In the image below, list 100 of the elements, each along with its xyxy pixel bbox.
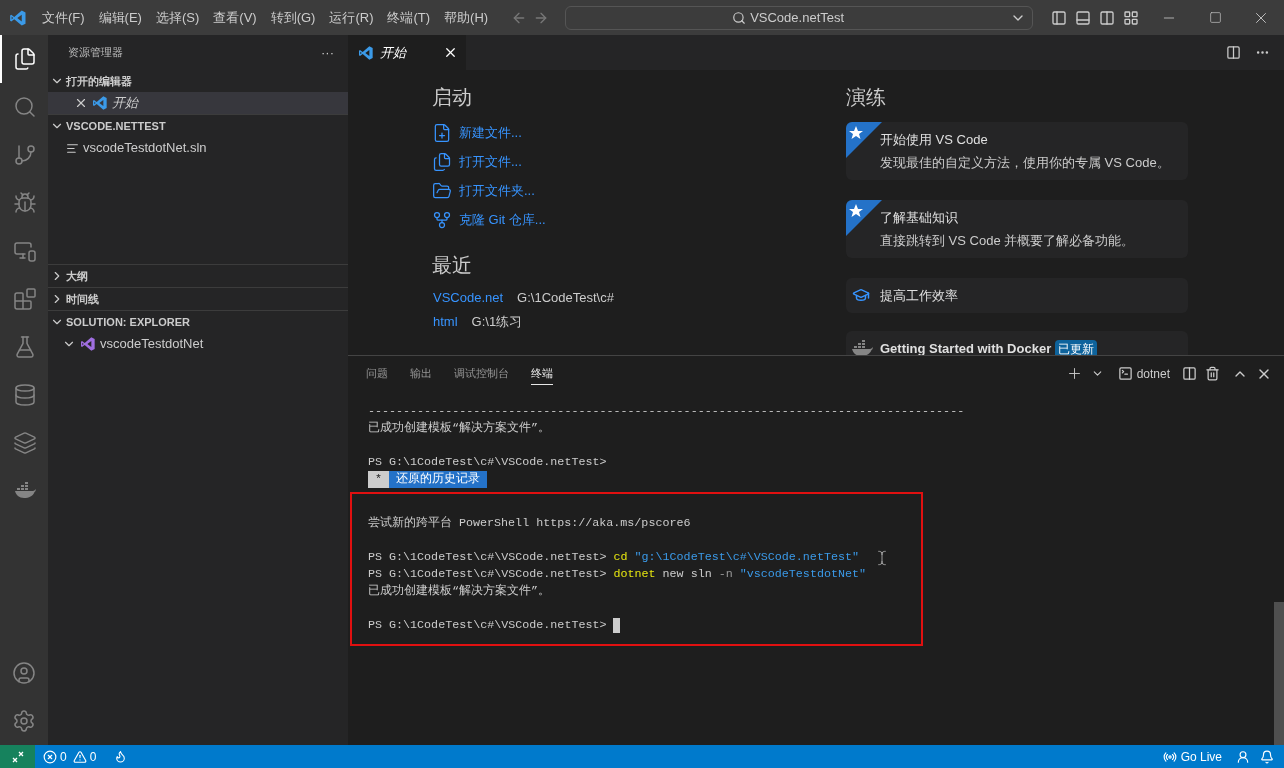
vscode-logo-icon bbox=[358, 44, 374, 61]
terminal-line: PS G:\1CodeTest\c#\VSCode.netTest> cd "g:\1CodeTest\c#\VSCode.netTest" bbox=[368, 549, 859, 566]
walkthrough-card[interactable]: 了解基础知识 直接跳转到 VS Code 并概要了解必备功能。 bbox=[846, 200, 1188, 258]
whale-icon[interactable] bbox=[850, 337, 874, 355]
terminal-line: 已成功创建模板“解决方案文件”。 bbox=[368, 420, 551, 437]
maximize-icon[interactable] bbox=[1208, 11, 1222, 24]
command-center[interactable]: VSCode.netTest bbox=[565, 5, 1034, 30]
walkthrough-card[interactable]: Getting Started with Docker 已更新 bbox=[846, 331, 1188, 355]
search-icon bbox=[732, 10, 747, 25]
warning-icon bbox=[72, 749, 87, 764]
updated-badge: 已更新 bbox=[1055, 339, 1098, 355]
toggle-panel-icon[interactable] bbox=[1075, 9, 1092, 26]
folder-icon bbox=[432, 180, 452, 201]
feedback-icon[interactable] bbox=[1236, 749, 1250, 764]
explorer-icon[interactable] bbox=[13, 47, 37, 71]
branch-icon bbox=[432, 209, 452, 230]
text-file-icon bbox=[66, 141, 79, 155]
vscode-logo-icon bbox=[92, 95, 108, 111]
panel-tab[interactable]: 问题 bbox=[366, 361, 388, 386]
terminal-icon bbox=[1117, 366, 1133, 381]
error-icon bbox=[43, 749, 57, 764]
card-description: 直接跳转到 VS Code 并概要了解必备功能。 bbox=[880, 232, 1136, 250]
card-description: 发现最佳的自定义方法，使用你的专属 VS Code。 bbox=[880, 154, 1171, 172]
terminal-line: ------------------------------------------------------------------------------------- bbox=[368, 403, 965, 420]
split-editor-icon[interactable] bbox=[1226, 45, 1241, 60]
sidebar-title: 资源管理器 bbox=[68, 45, 123, 61]
recent-link[interactable]: html bbox=[433, 312, 458, 332]
search-icon[interactable] bbox=[13, 95, 37, 119]
menu-item[interactable]: 运行(R) bbox=[322, 7, 381, 28]
vscode-logo-icon bbox=[8, 8, 27, 27]
toggle-sidebar-icon[interactable] bbox=[1051, 9, 1068, 26]
recent-link[interactable]: VSCode.net bbox=[433, 288, 504, 308]
menu-item[interactable]: 文件(F) bbox=[35, 7, 92, 28]
editor-tab[interactable]: 开始 bbox=[348, 35, 466, 70]
section-header[interactable]: 大纲 bbox=[48, 265, 348, 287]
problems-button[interactable]: 0 0 bbox=[43, 747, 97, 766]
walkthrough-card[interactable]: 开始使用 VS Code 发现最佳的自定义方法，使用你的专属 VS Code。 bbox=[846, 122, 1188, 180]
layers-icon[interactable] bbox=[13, 431, 37, 455]
card-title: 开始使用 VS Code bbox=[880, 130, 988, 149]
flask-icon[interactable] bbox=[13, 335, 37, 359]
section-heading: 演练 bbox=[846, 85, 887, 110]
start-link[interactable]: 新建文件... bbox=[432, 118, 846, 147]
section-header[interactable]: 打开的编辑器 bbox=[48, 70, 348, 92]
scrollbar-thumb[interactable] bbox=[1274, 602, 1284, 745]
terminal-name[interactable]: dotnet bbox=[1136, 364, 1170, 383]
section-heading: 启动 bbox=[432, 85, 473, 110]
remote-explorer-icon[interactable] bbox=[13, 239, 37, 263]
card-title: Getting Started with Docker bbox=[880, 339, 1052, 355]
card-title: 提高工作效率 bbox=[880, 286, 958, 305]
close-icon[interactable] bbox=[443, 45, 458, 60]
panel-tab[interactable]: 调试控制台 bbox=[454, 361, 509, 386]
source-control-icon[interactable] bbox=[13, 143, 37, 167]
start-link[interactable]: 打开文件... bbox=[432, 147, 846, 176]
split-terminal-icon[interactable] bbox=[1182, 366, 1197, 381]
terminal-line: * 还原的历史记录 bbox=[368, 471, 488, 488]
tree-item[interactable]: vscodeTestdotNet.sln bbox=[48, 137, 348, 159]
more-actions-button[interactable]: ··· bbox=[321, 42, 334, 63]
broadcast-icon bbox=[1162, 749, 1177, 764]
section-header[interactable]: SOLUTION: EXPLORER bbox=[48, 311, 348, 333]
run-debug-icon[interactable] bbox=[13, 191, 37, 215]
start-link[interactable]: 打开文件夹... bbox=[432, 176, 846, 205]
solution-logo-icon bbox=[80, 336, 96, 352]
menu-item[interactable]: 终端(T) bbox=[380, 7, 438, 28]
recent-path: G:\1练习 bbox=[471, 313, 523, 332]
panel-tab[interactable]: 终端 bbox=[531, 361, 553, 386]
star-corner-icon bbox=[846, 122, 882, 158]
account-icon[interactable] bbox=[12, 661, 36, 685]
close-icon[interactable] bbox=[74, 96, 88, 110]
menu-item[interactable]: 转到(G) bbox=[263, 7, 323, 28]
walkthrough-card[interactable]: 提高工作效率 bbox=[846, 278, 1188, 313]
terminal-line: 尝试新的跨平台 PowerShell https://aka.ms/pscore6 bbox=[368, 515, 691, 532]
settings-icon[interactable] bbox=[12, 709, 36, 733]
terminal-cursor bbox=[613, 618, 621, 633]
recent-path: G:\1CodeTest\c# bbox=[517, 289, 614, 308]
section-header[interactable]: VSCODE.NETTEST bbox=[48, 115, 348, 137]
card-title: 了解基础知识 bbox=[880, 208, 958, 227]
graduation-cap-icon bbox=[852, 286, 870, 304]
toggle-secondary-sidebar-icon[interactable] bbox=[1099, 9, 1116, 26]
panel-tab[interactable]: 输出 bbox=[410, 361, 432, 386]
flame-icon[interactable] bbox=[114, 750, 128, 763]
menu-item[interactable]: 查看(V) bbox=[206, 7, 264, 28]
menu-item[interactable]: 编辑(E) bbox=[91, 7, 149, 28]
open-file-icon bbox=[432, 151, 452, 172]
terminal-line: PS G:\1CodeTest\c#\VSCode.netTest> bbox=[368, 617, 621, 634]
star-corner-icon bbox=[846, 200, 882, 236]
menu-item[interactable]: 选择(S) bbox=[148, 7, 207, 28]
remote-icon bbox=[10, 749, 25, 764]
new-file-icon bbox=[432, 122, 452, 143]
section-heading: 最近 bbox=[432, 253, 473, 278]
tree-item[interactable]: 开始 bbox=[48, 92, 348, 114]
database-icon[interactable] bbox=[13, 383, 37, 407]
trash-icon[interactable] bbox=[1205, 366, 1220, 381]
extensions-icon[interactable] bbox=[13, 287, 37, 311]
start-link[interactable]: 克隆 Git 仓库... bbox=[432, 205, 846, 234]
customize-layout-icon[interactable] bbox=[1123, 9, 1140, 26]
section-header[interactable]: 时间线 bbox=[48, 288, 348, 310]
tree-item[interactable]: vscodeTestdotNet bbox=[48, 333, 348, 355]
go-live-button[interactable]: Go Live bbox=[1162, 747, 1222, 766]
bell-icon[interactable] bbox=[1260, 749, 1274, 764]
menu-item[interactable]: 帮助(H) bbox=[437, 7, 496, 28]
